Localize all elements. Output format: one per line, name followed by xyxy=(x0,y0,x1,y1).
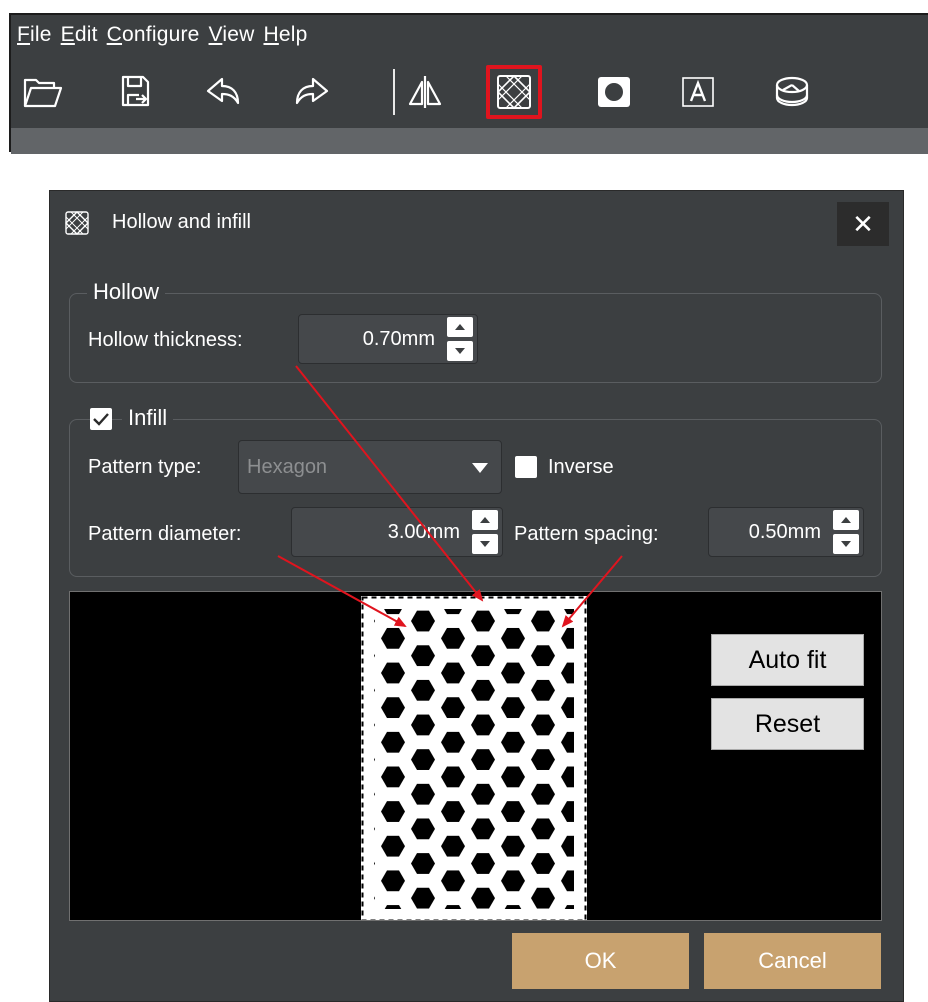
infill-group-title: Infill xyxy=(122,405,174,431)
ok-button[interactable]: OK xyxy=(512,933,689,989)
pattern-diameter-value: 3.00mm xyxy=(387,521,460,543)
inverse-label: Inverse xyxy=(548,456,614,478)
menubar: File Edit Configure View Help xyxy=(11,15,928,55)
model-button[interactable] xyxy=(764,65,820,119)
menu-view[interactable]: View xyxy=(209,23,255,47)
pattern-type-value: Hexagon xyxy=(247,456,328,478)
hollow-infill-button[interactable] xyxy=(486,65,542,119)
menu-file[interactable]: File xyxy=(17,23,52,47)
save-button[interactable] xyxy=(107,65,163,119)
open-button[interactable] xyxy=(15,65,71,119)
mirror-icon xyxy=(408,76,442,108)
redo-icon xyxy=(295,77,329,105)
hexagon-pattern-preview xyxy=(361,596,587,920)
folder-open-icon xyxy=(23,78,63,108)
infill-preview[interactable]: Auto fit Reset xyxy=(69,591,882,921)
menu-help[interactable]: Help xyxy=(263,23,307,47)
inverse-checkbox[interactable] xyxy=(515,456,537,478)
toolbar-separator xyxy=(393,69,395,115)
pattern-spacing-down-button[interactable] xyxy=(833,534,859,554)
pattern-type-label: Pattern type: xyxy=(88,456,202,478)
dialog-titlebar[interactable]: Hollow and infill ✕ xyxy=(50,191,903,255)
app-window: File Edit Configure View Help xyxy=(9,13,928,154)
undo-button[interactable] xyxy=(195,65,251,119)
infill-checkbox[interactable] xyxy=(90,408,112,430)
toolbar xyxy=(11,57,928,129)
menu-configure[interactable]: Configure xyxy=(107,23,200,47)
hollow-group-title: Hollow xyxy=(87,279,166,305)
pattern-diameter-down-button[interactable] xyxy=(472,534,498,554)
close-button[interactable]: ✕ xyxy=(837,202,889,246)
chevron-down-icon xyxy=(841,541,851,547)
close-icon: ✕ xyxy=(852,208,874,239)
drain-hole-icon xyxy=(598,77,630,107)
chevron-up-icon xyxy=(480,517,490,523)
hollow-thickness-value: 0.70mm xyxy=(362,328,435,350)
check-icon xyxy=(93,413,109,426)
hollow-thickness-spinbox[interactable]: 0.70mm xyxy=(298,314,478,364)
hollow-infill-icon xyxy=(65,211,89,235)
chevron-down-icon xyxy=(455,348,465,354)
hollow-infill-dialog: Hollow and infill ✕ Hollow Hollow thickn… xyxy=(49,190,904,1002)
pattern-diameter-spinbox[interactable]: 3.00mm xyxy=(291,507,503,557)
model-icon xyxy=(775,76,809,107)
chevron-up-icon xyxy=(455,324,465,330)
auto-fit-button[interactable]: Auto fit xyxy=(711,634,864,686)
chevron-up-icon xyxy=(841,517,851,523)
hollow-thickness-up-button[interactable] xyxy=(447,317,473,337)
save-icon xyxy=(121,75,150,107)
app-status-strip xyxy=(11,128,928,154)
menu-edit[interactable]: Edit xyxy=(61,23,98,47)
text-icon xyxy=(682,77,714,107)
redo-button[interactable] xyxy=(284,65,340,119)
dialog-title: Hollow and infill xyxy=(112,211,251,233)
pattern-diameter-label: Pattern diameter: xyxy=(88,523,242,545)
hollow-thickness-label: Hollow thickness: xyxy=(88,329,243,351)
pattern-spacing-value: 0.50mm xyxy=(748,521,821,543)
pattern-spacing-up-button[interactable] xyxy=(833,510,859,530)
pattern-spacing-label: Pattern spacing: xyxy=(514,523,659,545)
pattern-type-select[interactable]: Hexagon xyxy=(238,440,502,494)
drain-hole-button[interactable] xyxy=(586,65,642,119)
chevron-down-icon xyxy=(472,463,488,473)
pattern-diameter-up-button[interactable] xyxy=(472,510,498,530)
mirror-button[interactable] xyxy=(397,65,453,119)
cancel-button[interactable]: Cancel xyxy=(704,933,881,989)
reset-button[interactable]: Reset xyxy=(711,698,864,750)
hollow-thickness-down-button[interactable] xyxy=(447,341,473,361)
chevron-down-icon xyxy=(480,541,490,547)
hollow-infill-icon xyxy=(496,74,532,110)
text-button[interactable] xyxy=(670,65,726,119)
undo-icon xyxy=(206,77,240,105)
pattern-spacing-spinbox[interactable]: 0.50mm xyxy=(708,507,864,557)
